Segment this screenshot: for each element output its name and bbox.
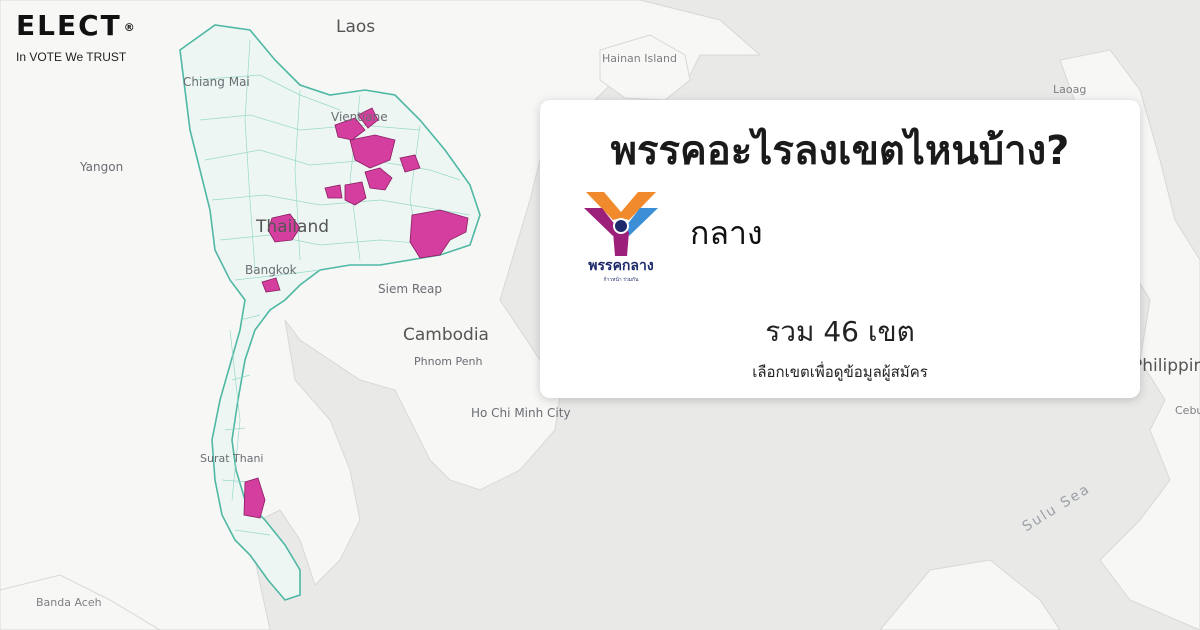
label-cambodia: Cambodia: [403, 325, 489, 345]
label-thailand: Thailand: [256, 217, 330, 237]
label-cebu: Cebu: [1175, 404, 1200, 417]
label-hainan: Hainan Island: [602, 52, 677, 65]
label-phnom-penh: Phnom Penh: [414, 355, 483, 368]
party-info-card: พรรคอะไรลงเขตไหนบ้าง? พรรคกลาง ก้าวหน้า …: [540, 100, 1140, 398]
label-bangkok: Bangkok: [245, 263, 297, 277]
label-banda-aceh: Banda Aceh: [36, 596, 102, 609]
party-name: กลาง: [690, 214, 763, 252]
select-district-hint: เลือกเขตเพื่อดูข้อมูลผู้สมัคร: [752, 363, 928, 381]
elect-brand[interactable]: ELECT ® In VOTE We TRUST: [16, 10, 135, 65]
label-surat-thani: Surat Thani: [200, 452, 264, 465]
label-siem-reap: Siem Reap: [378, 282, 442, 296]
district-total: รวม 46 เขต: [765, 315, 915, 348]
label-laoag: Laoag: [1053, 83, 1087, 96]
label-chiang-mai: Chiang Mai: [183, 75, 250, 89]
label-hcmc: Ho Chi Minh City: [471, 406, 571, 420]
elect-tagline: In VOTE We TRUST: [16, 50, 127, 64]
card-title: พรรคอะไรลงเขตไหนบ้าง?: [610, 128, 1070, 174]
label-vientiane: Vientiane: [331, 110, 388, 124]
label-laos: Laos: [336, 17, 376, 37]
label-philippines: Philippines: [1132, 356, 1200, 376]
label-yangon: Yangon: [80, 160, 124, 174]
party-logo-subtext: ก้าวหน้า ร่วมกัน: [603, 277, 639, 283]
party-logo-wordmark: พรรคกลาง: [588, 258, 654, 274]
elect-logo[interactable]: ELECT ®: [16, 10, 135, 42]
